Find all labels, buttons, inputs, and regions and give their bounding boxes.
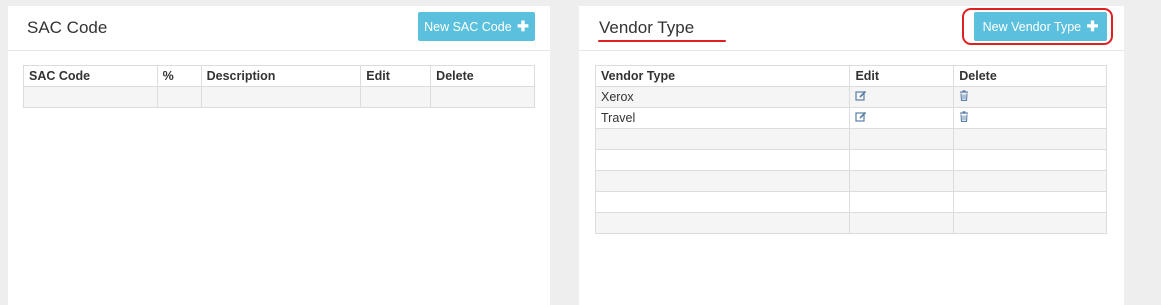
table-cell: [953, 191, 1107, 213]
table-cell: [594, 128, 851, 150]
table-row: [594, 170, 1107, 192]
delete-cell: [953, 86, 1107, 108]
column-header-edit[interactable]: Edit: [360, 65, 432, 87]
table-row: Xerox: [594, 86, 1107, 108]
edit-cell: [849, 107, 955, 129]
table-cell: [594, 149, 851, 171]
table-header-row: SAC Code % Description Edit Delete: [23, 65, 535, 87]
sac-code-panel: SAC Code New SAC Code ✚ SAC Code % Descr…: [8, 6, 550, 305]
vendor-type-table: Vendor Type Edit Delete Xerox Travel: [594, 65, 1107, 234]
table-cell: [953, 212, 1107, 234]
plus-icon: ✚: [517, 18, 529, 34]
column-header-vendor-type[interactable]: Vendor Type: [594, 65, 851, 87]
table-cell: [200, 86, 362, 108]
edit-cell: [849, 86, 955, 108]
column-header-delete[interactable]: Delete: [953, 65, 1107, 87]
table-cell: [23, 86, 158, 108]
annotation-underline: [598, 40, 726, 42]
table-cell: [360, 86, 432, 108]
delete-cell: [953, 107, 1107, 129]
table-cell: [594, 212, 851, 234]
table-cell: [849, 170, 955, 192]
vendor-type-title: Vendor Type: [599, 18, 695, 37]
sac-code-title: SAC Code: [27, 18, 108, 37]
table-cell: [849, 212, 955, 234]
column-header-percent[interactable]: %: [156, 65, 202, 87]
table-header-row: Vendor Type Edit Delete: [594, 65, 1107, 87]
table-cell: [594, 170, 851, 192]
new-sac-code-label: New SAC Code: [424, 20, 512, 34]
column-header-delete[interactable]: Delete: [430, 65, 535, 87]
vendor-type-cell: Travel: [594, 107, 851, 129]
column-header-edit[interactable]: Edit: [849, 65, 955, 87]
table-row: [594, 149, 1107, 171]
vendor-type-panel-header: Vendor Type New Vendor Type ✚: [579, 6, 1124, 51]
table-row: Travel: [594, 107, 1107, 129]
table-row: [594, 191, 1107, 213]
table-cell: [430, 86, 535, 108]
table-cell: [849, 191, 955, 213]
new-sac-code-button[interactable]: New SAC Code ✚: [418, 12, 535, 41]
table-row: [594, 212, 1107, 234]
table-cell: [849, 128, 955, 150]
edit-icon[interactable]: [855, 111, 867, 125]
table-cell: [953, 149, 1107, 171]
trash-icon[interactable]: [959, 90, 969, 104]
plus-icon: ✚: [1086, 18, 1099, 34]
column-header-description[interactable]: Description: [200, 65, 362, 87]
new-vendor-type-label: New Vendor Type: [982, 20, 1082, 34]
table-cell: [953, 128, 1107, 150]
sac-code-table: SAC Code % Description Edit Delete: [23, 65, 535, 108]
edit-icon[interactable]: [855, 90, 867, 104]
trash-icon[interactable]: [959, 111, 969, 125]
vendor-type-cell: Xerox: [594, 86, 851, 108]
column-header-sac-code[interactable]: SAC Code: [23, 65, 158, 87]
table-cell: [849, 149, 955, 171]
vendor-type-panel: Vendor Type New Vendor Type ✚ Vendor Typ…: [579, 6, 1124, 305]
sac-code-panel-header: SAC Code New SAC Code ✚: [8, 6, 550, 51]
new-vendor-type-button[interactable]: New Vendor Type ✚: [974, 12, 1107, 41]
table-row: [23, 86, 535, 108]
table-cell: [156, 86, 202, 108]
table-cell: [953, 170, 1107, 192]
table-row: [594, 128, 1107, 150]
table-cell: [594, 191, 851, 213]
